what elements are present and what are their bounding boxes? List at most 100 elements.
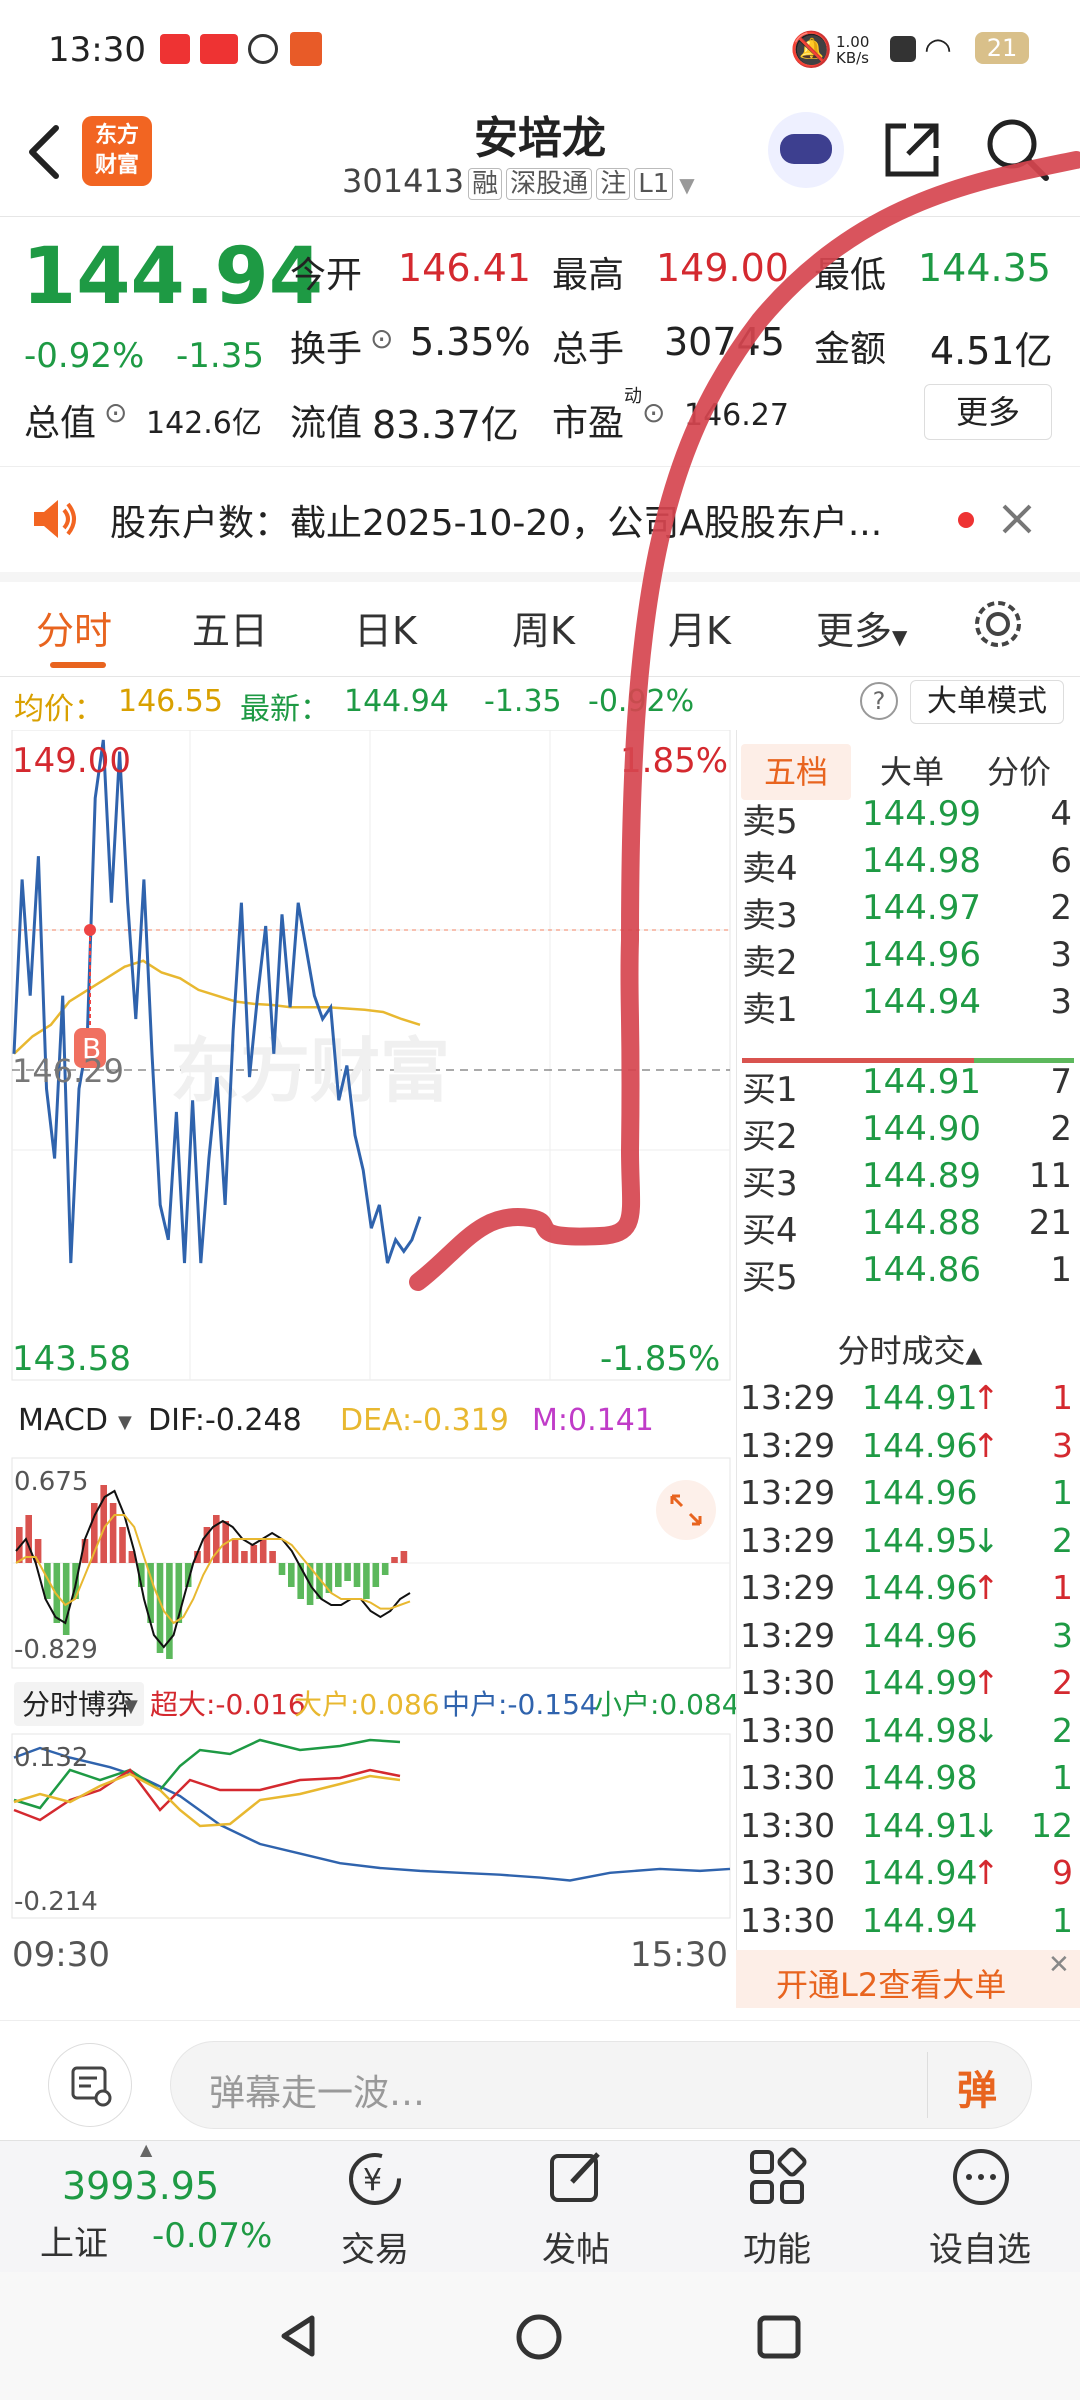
tab-price-split[interactable]: 分价 <box>969 744 1069 800</box>
robot-assistant-avatar[interactable] <box>768 112 844 188</box>
nav-functions[interactable]: 功能 <box>697 2222 857 2271</box>
help-icon[interactable]: ? <box>860 682 898 720</box>
post-icon[interactable] <box>546 2146 608 2208</box>
book-label: 卖5 <box>742 802 798 842</box>
index-change[interactable]: -0.07% <box>152 2216 272 2256</box>
settings-icon[interactable] <box>970 596 1026 652</box>
banner-close-icon[interactable]: ✕ <box>1048 1950 1070 1980</box>
search-icon[interactable] <box>984 116 1052 184</box>
trade-price: 144.96 <box>862 1473 978 1512</box>
tab-daily-k[interactable]: 日K <box>354 600 417 655</box>
trade-volume: 12 <box>1031 1805 1073 1845</box>
chevron-down-icon[interactable]: ▼ <box>679 173 694 197</box>
big-order-mode-button[interactable]: 大单模式 <box>910 680 1064 724</box>
functions-icon[interactable] <box>746 2146 808 2208</box>
bid-row[interactable]: 买5 144.86 1 <box>742 1250 1072 1298</box>
nav-trade[interactable]: 交易 <box>295 2222 455 2271</box>
ask-row[interactable]: 卖2 144.96 3 <box>742 935 1072 983</box>
nav-post[interactable]: 发帖 <box>496 2222 656 2271</box>
tab-big-order[interactable]: 大单 <box>867 744 957 800</box>
danmu-input[interactable]: 弹幕走一波… 弹 <box>170 2041 1032 2129</box>
period-tabs: 分时 五日 日K 周K 月K 更多▼ <box>0 572 1080 677</box>
tab-more[interactable]: 更多▼ <box>816 600 907 655</box>
trade-list-header[interactable]: 分时成交▲ <box>740 1326 1080 1370</box>
flow-label[interactable]: 分时博弈 <box>22 1688 134 1721</box>
notice-bar[interactable]: 股东户数：截止2025-10-20，公司A股股东户... <box>0 466 1080 582</box>
pe-info-icon[interactable]: ⊙ <box>642 396 665 429</box>
market-cap-info-icon[interactable]: ⊙ <box>104 396 127 429</box>
pe-value: 146.27 <box>684 398 789 433</box>
book-volume: 2 <box>1050 888 1072 928</box>
system-back-icon[interactable] <box>276 2312 320 2360</box>
tab-level2[interactable]: 五档 <box>741 744 851 800</box>
book-volume: 21 <box>1028 1203 1072 1243</box>
danmu-toggle-button[interactable]: 弹 <box>957 2058 997 2116</box>
book-price: 144.99 <box>862 794 981 834</box>
book-volume: 1 <box>1050 1250 1072 1290</box>
intraday-chart-area[interactable]: 东方财富 B 149.00 146.29 143.58 1.85% -1.85%… <box>0 730 736 1980</box>
latest-price: 144.94 <box>344 684 449 719</box>
trade-price: 144.96 <box>862 1425 978 1465</box>
tab-monthly-k[interactable]: 月K <box>668 600 731 655</box>
tab-active-indicator <box>50 662 106 668</box>
trade-icon[interactable]: ¥ <box>344 2148 406 2210</box>
turnover-info-icon[interactable]: ⊙ <box>370 322 393 355</box>
tab-five-day[interactable]: 五日 <box>192 600 268 655</box>
trade-time: 13:30 <box>740 1710 836 1750</box>
tab-weekly-k[interactable]: 周K <box>512 600 575 655</box>
system-home-icon[interactable] <box>514 2312 564 2362</box>
bid-row[interactable]: 买1 144.91 7 <box>742 1062 1072 1110</box>
macd-label[interactable]: MACD <box>18 1403 108 1438</box>
bid-row[interactable]: 买2 144.90 2 <box>742 1109 1072 1157</box>
trade-volume: 1 <box>1052 1758 1073 1797</box>
bid-row[interactable]: 买3 144.89 11 <box>742 1156 1072 1204</box>
book-label: 卖4 <box>742 849 798 889</box>
macd-bar <box>363 1563 370 1599</box>
system-recents-icon[interactable] <box>756 2314 802 2360</box>
ask-row[interactable]: 卖3 144.97 2 <box>742 888 1072 936</box>
divider <box>927 2052 928 2118</box>
macd-bar <box>62 1563 70 1635</box>
index-name[interactable]: 上证 <box>40 2216 108 2265</box>
close-icon[interactable] <box>1000 502 1034 536</box>
book-label: 买5 <box>742 1258 798 1298</box>
volume-value: 30745 <box>664 320 785 364</box>
trade-volume: 1 <box>1052 1900 1073 1940</box>
book-price: 144.90 <box>862 1109 981 1149</box>
book-volume: 3 <box>1050 982 1072 1022</box>
bid-row[interactable]: 买4 144.88 21 <box>742 1203 1072 1251</box>
upgrade-banner[interactable]: 开通L2查看大单 ✕ <box>736 1950 1080 2008</box>
macd-dropdown-icon[interactable]: ▼ <box>118 1412 132 1433</box>
comment-settings-button[interactable] <box>48 2043 132 2127</box>
macd-top-label: 0.675 <box>14 1467 88 1497</box>
more-quote-button[interactable]: 更多 <box>924 384 1052 440</box>
macd-bar <box>278 1563 286 1575</box>
flow-dropdown-icon[interactable]: ▼ <box>124 1696 138 1717</box>
upgrade-text[interactable]: 开通L2查看大单 <box>776 1960 1006 2006</box>
book-label: 买3 <box>742 1164 798 1204</box>
comment-bar: 弹幕走一波… 弹 <box>0 2020 1080 2137</box>
browser-notification-icon <box>248 34 278 64</box>
ask-row[interactable]: 卖1 144.94 3 <box>742 982 1072 1030</box>
trade-time: 13:30 <box>740 1805 836 1845</box>
latest-change-pct: -0.92% <box>588 684 695 719</box>
trade-direction: ↓ <box>972 1710 1000 1750</box>
turnover-label: 换手 <box>290 329 363 370</box>
mute-icon: 🔕 <box>790 30 833 70</box>
tab-intraday[interactable]: 分时 <box>36 600 112 655</box>
unread-dot <box>958 512 974 528</box>
danmu-settings-icon <box>71 2066 112 2107</box>
share-icon[interactable] <box>880 118 944 182</box>
book-volume: 7 <box>1050 1062 1072 1102</box>
ask-row[interactable]: 卖4 144.98 6 <box>742 841 1072 889</box>
nav-add-watchlist[interactable]: 设自选 <box>900 2222 1060 2271</box>
book-label: 买2 <box>742 1117 798 1157</box>
ask-row[interactable]: 卖5 144.99 4 <box>742 794 1072 842</box>
notice-text[interactable]: 股东户数：截止2025-10-20，公司A股股东户... <box>110 494 882 546</box>
add-watchlist-icon[interactable] <box>950 2146 1012 2208</box>
macd-bar <box>335 1563 342 1587</box>
index-value[interactable]: 3993.95 <box>62 2164 219 2208</box>
pct-min-label: -1.85% <box>600 1339 720 1379</box>
tag-level: L1 <box>634 168 674 200</box>
macd-bar <box>259 1539 267 1563</box>
